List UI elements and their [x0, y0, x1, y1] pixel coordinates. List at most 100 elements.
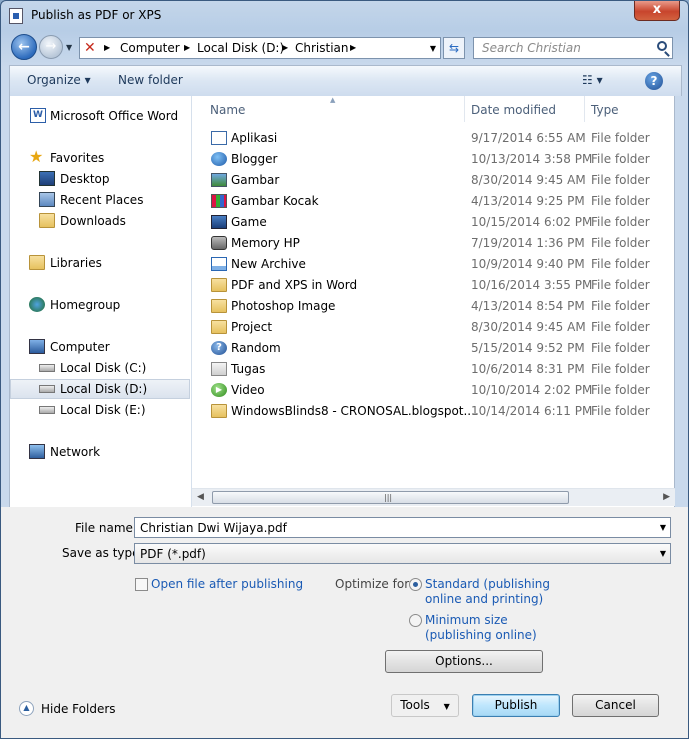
scroll-right-icon[interactable]: ▶ [663, 492, 670, 502]
open-after-publishing-label[interactable]: Open file after publishing [151, 577, 303, 591]
file-row-windowsblinds8[interactable]: WindowsBlinds8 - CRONOSAL.blogspot.... 1… [192, 401, 675, 422]
file-row-photoshop-image[interactable]: Photoshop Image 4/13/2014 8:54 PM File f… [192, 296, 675, 317]
new-folder-button[interactable]: New folder [118, 73, 183, 87]
sidebar-item-label: Local Disk (C:) [60, 361, 147, 375]
breadcrumb-computer[interactable]: Computer [120, 41, 180, 55]
sidebar-item-microsoft-office-word[interactable]: W Microsoft Office Word [10, 106, 190, 126]
search-input[interactable]: Search Christian [482, 41, 581, 55]
close-button[interactable]: x [634, 1, 680, 21]
sidebar-item-local-disk-e[interactable]: Local Disk (E:) [10, 400, 190, 420]
back-button[interactable]: ← [11, 34, 37, 60]
file-date: 10/9/2014 9:40 PM [471, 257, 585, 271]
views-button[interactable]: ☷ ▾ [582, 73, 603, 87]
chevron-up-icon: ▲ [19, 701, 34, 716]
sidebar-item-favorites[interactable]: ★ Favorites [10, 148, 190, 168]
sidebar-item-local-disk-c[interactable]: Local Disk (C:) [10, 358, 190, 378]
open-after-publishing-checkbox[interactable] [135, 578, 148, 591]
refresh-button[interactable]: ⇆ [443, 37, 465, 59]
publish-button[interactable]: Publish [472, 694, 560, 717]
sidebar-item-label: Computer [50, 340, 110, 354]
horizontal-scrollbar[interactable]: ◀ ||| ▶ [192, 488, 675, 506]
column-header-name[interactable]: Name [192, 96, 464, 122]
chevron-right-icon[interactable]: ▶ [184, 43, 190, 52]
help-icon[interactable]: ? [645, 72, 663, 90]
breadcrumb-christian[interactable]: Christian [295, 41, 349, 55]
save-as-type-label: Save as type: [62, 546, 144, 560]
sidebar-item-recent-places[interactable]: Recent Places [10, 190, 190, 210]
chevron-right-icon[interactable]: ▶ [282, 43, 288, 52]
standard-option-line1[interactable]: Standard (publishing [425, 577, 550, 591]
column-header-type[interactable]: Type [585, 96, 675, 122]
chevron-down-icon[interactable]: ▼ [660, 549, 666, 558]
scroll-left-icon[interactable]: ◀ [197, 492, 204, 502]
tools-label: Tools [400, 698, 430, 712]
options-button[interactable]: Options... [385, 650, 543, 673]
file-row-tugas[interactable]: Tugas 10/6/2014 8:31 PM File folder [192, 359, 675, 380]
arrow-right-icon: → [45, 39, 57, 54]
file-date: 10/13/2014 3:58 PM [471, 152, 593, 166]
folder-icon [211, 278, 227, 292]
file-row-gambar[interactable]: Gambar 8/30/2014 9:45 AM File folder [192, 170, 675, 191]
chevron-down-icon[interactable]: ▼ [660, 523, 666, 532]
document-folder-icon [211, 362, 227, 376]
file-date: 4/13/2014 8:54 PM [471, 299, 585, 313]
standard-radio[interactable] [409, 578, 422, 591]
file-type: File folder [591, 341, 650, 355]
sidebar-item-network[interactable]: Network [10, 442, 190, 462]
address-bar[interactable]: ✕ ▶ Computer ▶ Local Disk (D:) ▶ Christi… [79, 37, 441, 59]
column-label: Date modified [471, 103, 557, 117]
folder-icon [211, 299, 227, 313]
title-bar: Publish as PDF or XPS x [1, 1, 688, 31]
forward-button[interactable]: → [39, 35, 63, 59]
sidebar-item-local-disk-d[interactable]: Local Disk (D:) [10, 379, 190, 399]
recent-pages-dropdown[interactable]: ▼ [66, 43, 72, 52]
libraries-icon [29, 255, 45, 270]
file-row-aplikasi[interactable]: Aplikasi 9/17/2014 6:55 AM File folder [192, 128, 675, 149]
file-date: 7/19/2014 1:36 PM [471, 236, 585, 250]
sidebar-item-computer[interactable]: Computer [10, 337, 190, 357]
sidebar-item-desktop[interactable]: Desktop [10, 169, 190, 189]
file-type: File folder [591, 362, 650, 376]
file-row-new-archive[interactable]: New Archive 10/9/2014 9:40 PM File folde… [192, 254, 675, 275]
globe-folder-icon [211, 152, 227, 166]
column-header-date-modified[interactable]: Date modified [465, 96, 584, 122]
sidebar-item-libraries[interactable]: Libraries [10, 253, 190, 273]
sidebar-item-homegroup[interactable]: Homegroup [10, 295, 190, 315]
star-icon: ★ [29, 147, 44, 166]
standard-option-line2[interactable]: online and printing) [425, 592, 543, 606]
save-as-type-select[interactable]: PDF (*.pdf) ▼ [134, 543, 671, 564]
scrollbar-thumb[interactable]: ||| [212, 491, 569, 504]
file-row-gambar-kocak[interactable]: Gambar Kocak 4/13/2014 9:25 PM File fold… [192, 191, 675, 212]
search-box[interactable]: Search Christian [473, 37, 673, 59]
file-name: Video [231, 383, 265, 397]
minimum-size-radio[interactable] [409, 614, 422, 627]
breadcrumb-local-disk-d[interactable]: Local Disk (D:) [197, 41, 284, 55]
file-name: Photoshop Image [231, 299, 336, 313]
drive-icon [39, 364, 55, 372]
search-icon[interactable] [657, 41, 667, 51]
address-dropdown-icon[interactable]: ▼ [430, 44, 436, 53]
tools-button[interactable]: Tools ▼ [391, 694, 459, 717]
file-type: File folder [591, 299, 650, 313]
chevron-right-icon[interactable]: ▶ [350, 43, 356, 52]
sidebar-item-label: Microsoft Office Word [50, 109, 179, 123]
file-row-random[interactable]: ? Random 5/15/2014 9:52 PM File folder [192, 338, 675, 359]
chevron-right-icon[interactable]: ▶ [104, 43, 110, 52]
downloads-icon [39, 213, 55, 228]
minimum-size-option-line2[interactable]: (publishing online) [425, 628, 537, 642]
minimum-size-option-line1[interactable]: Minimum size [425, 613, 508, 627]
help-folder-icon: ? [211, 341, 227, 355]
file-name: Gambar Kocak [231, 194, 319, 208]
file-row-memory-hp[interactable]: Memory HP 7/19/2014 1:36 PM File folder [192, 233, 675, 254]
file-row-pdf-and-xps-in-word[interactable]: PDF and XPS in Word 10/16/2014 3:55 PM F… [192, 275, 675, 296]
drive-icon [39, 385, 55, 393]
computer-icon [29, 339, 45, 354]
cancel-button[interactable]: Cancel [572, 694, 659, 717]
file-row-blogger[interactable]: Blogger 10/13/2014 3:58 PM File folder [192, 149, 675, 170]
sidebar-item-downloads[interactable]: Downloads [10, 211, 190, 231]
file-row-project[interactable]: Project 8/30/2014 9:45 AM File folder [192, 317, 675, 338]
organize-button[interactable]: Organize ▾ [27, 73, 91, 87]
file-row-video[interactable]: ▶ Video 10/10/2014 2:02 PM File folder [192, 380, 675, 401]
file-row-game[interactable]: Game 10/15/2014 6:02 PM File folder [192, 212, 675, 233]
file-name-field[interactable]: Christian Dwi Wijaya.pdf ▼ [134, 517, 671, 538]
